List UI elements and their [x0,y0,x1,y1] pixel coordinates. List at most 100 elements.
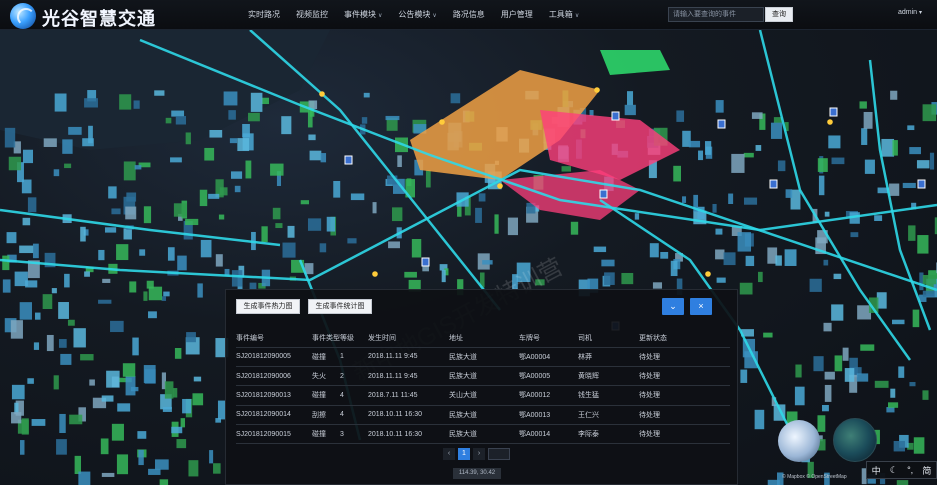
building-block [861,128,868,145]
building-block [475,207,482,223]
basemap-switch-light[interactable] [778,420,820,462]
table-header-row: 事件编号 事件类型 等级 发生时间 地址 车牌号 司机 更新状态 [236,330,730,348]
punctuation-icon[interactable]: °, [907,465,913,475]
building-block [101,472,115,477]
nav-item-3[interactable]: 公告模块 ∨ [390,0,444,30]
building-block [737,232,751,252]
building-block [125,206,137,220]
building-block [4,127,16,148]
nav-item-6[interactable]: 工具箱 ∨ [541,0,587,30]
nav-item-label: 公告模块 [398,10,431,19]
prev-page-button[interactable]: ‹ [443,448,455,460]
table-cell: 2018.7.11 11:45 [368,385,449,406]
nav-item-1[interactable]: 视频监控 [288,0,336,30]
ime-script-label[interactable]: 简 [922,464,931,477]
building-block [319,243,327,253]
table-cell: 钱生猛 [578,385,639,406]
building-block [892,140,898,156]
user-menu[interactable]: admin ▾ [898,9,922,16]
building-block [922,274,937,285]
building-block [716,277,726,283]
building-block [234,185,241,193]
building-block [739,282,753,295]
table-cell: SJ201812090014 [236,405,312,426]
building-block [831,157,845,165]
building-block [138,449,144,466]
building-block [907,125,915,131]
building-block [715,228,723,235]
table-cell: 碰撞 [312,424,340,445]
nav-item-0[interactable]: 实时路况 [240,0,288,30]
collapse-panel-button[interactable]: ⌄ [662,298,684,315]
table-cell: 失火 [312,366,340,387]
building-block [6,232,17,244]
nav-item-2[interactable]: 事件模块 ∨ [336,0,390,30]
table-cell: 林莽 [578,347,639,367]
chevron-down-icon: ∨ [432,13,437,19]
basemap-switch-satellite[interactable] [833,418,877,462]
table-row[interactable]: SJ201812090013 碰撞 4 2018.7.11 11:45 关山大道 鄂A00… [236,385,730,406]
table-row[interactable]: SJ201812090015 碰撞 3 2018.10.11 16:30 民族大道 鄂A0… [236,424,730,445]
ime-toolbar[interactable]: 中 ☾ °, 简 [866,461,937,479]
building-block [25,280,38,288]
building-block [102,278,111,283]
building-block [754,409,765,430]
table-row[interactable]: SJ201812090014 刮擦 4 2018.10.11 16:30 民族大道 鄂A0… [236,405,730,426]
traffic-signal-icon [827,119,833,125]
table-cell: 4 [340,405,368,426]
building-block [411,238,422,258]
moon-icon[interactable]: ☾ [890,465,898,476]
building-block [80,226,86,242]
building-block [10,320,23,339]
building-block [209,129,223,138]
traffic-signal-icon [319,91,325,97]
pagination: ‹ 1 › [443,448,510,460]
building-block [53,169,60,177]
building-block [626,91,634,106]
nav-item-5[interactable]: 用户管理 [493,0,541,30]
generate-heatmap-button[interactable]: 生成事件热力图 [236,299,300,314]
app-window: 光谷智慧交通 实时路况视频监控事件模块∨公告模块∨路况信息用户管理工具箱∨ 查询… [0,0,937,485]
generate-stats-chart-button[interactable]: 生成事件统计图 [308,299,372,314]
building-block [758,271,763,283]
building-block [164,381,174,399]
building-block [881,138,895,157]
building-block [122,363,136,377]
event-search-input[interactable] [668,7,764,22]
building-block [229,138,238,144]
building-block [175,116,187,125]
building-block [245,160,252,179]
building-block [177,255,187,271]
building-block [197,283,203,298]
building-block [755,145,762,151]
close-panel-button[interactable]: × [690,298,712,315]
building-block [863,111,873,129]
table-cell: 碰撞 [312,347,340,367]
next-page-button[interactable]: › [473,448,485,460]
terrain-area [0,30,330,150]
table-row[interactable]: SJ201812090006 失火 2 2018.11.11 9:45 民族大道 鄂A00… [236,366,730,387]
table-row[interactable]: SJ201812090005 碰撞 1 2018.11.11 9:45 民族大道 鄂A00… [236,347,730,367]
nav-item-label: 用户管理 [500,10,533,19]
page-jump-input[interactable] [488,448,510,460]
building-block [441,270,446,283]
ime-mode-label[interactable]: 中 [872,464,881,477]
building-block [785,189,793,198]
column-header: 事件编号 [236,330,312,348]
search-button[interactable]: 查询 [765,7,793,22]
building-block [320,153,327,163]
building-block [823,322,832,332]
table-cell: 2018.11.11 9:45 [368,366,449,387]
building-block [261,97,270,105]
building-block [42,294,53,310]
building-block [60,353,72,365]
building-block [46,334,54,352]
building-block [307,108,313,128]
building-block [784,249,797,266]
table-cell: 民族大道 [449,366,519,387]
page-1-button[interactable]: 1 [458,448,470,460]
building-block [20,440,25,455]
nav-item-4[interactable]: 路况信息 [445,0,493,30]
building-block [170,157,182,163]
building-block [2,279,11,293]
